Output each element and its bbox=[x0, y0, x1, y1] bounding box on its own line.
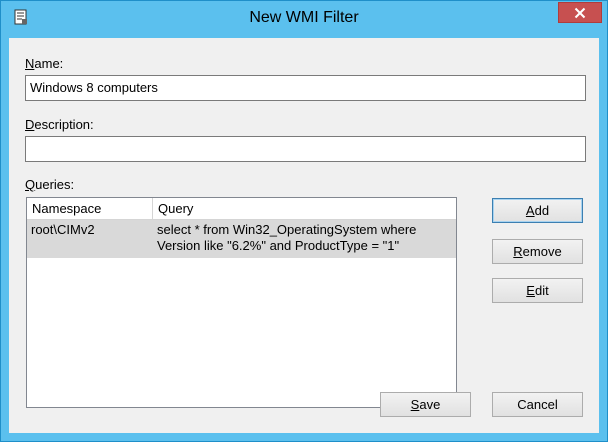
cancel-button[interactable]: Cancel bbox=[492, 392, 583, 417]
dialog-body: Name: Windows 8 computers Description: Q… bbox=[9, 38, 599, 433]
queries-list[interactable]: Namespace Query root\CIMv2 select * from… bbox=[26, 197, 457, 408]
new-wmi-filter-dialog: New WMI Filter Name: Windows 8 computers… bbox=[0, 0, 608, 442]
add-button[interactable]: Add bbox=[492, 198, 583, 223]
query-cell: select * from Win32_OperatingSystem wher… bbox=[153, 222, 456, 254]
description-input[interactable] bbox=[25, 136, 586, 162]
queries-label: Queries: bbox=[25, 177, 75, 192]
name-label: Name: bbox=[25, 56, 64, 71]
namespace-cell: root\CIMv2 bbox=[31, 222, 95, 237]
window-title: New WMI Filter bbox=[249, 9, 359, 26]
column-header-namespace[interactable]: Namespace bbox=[27, 198, 153, 219]
close-button[interactable] bbox=[558, 2, 602, 23]
remove-button[interactable]: Remove bbox=[492, 239, 583, 264]
edit-button[interactable]: Edit bbox=[492, 278, 583, 303]
close-icon bbox=[574, 7, 586, 18]
queries-list-header: Namespace Query bbox=[27, 198, 456, 220]
description-label: Description: bbox=[25, 117, 94, 132]
table-row[interactable]: root\CIMv2 select * from Win32_Operating… bbox=[27, 220, 456, 258]
query-line-1: select * from Win32_OperatingSystem wher… bbox=[157, 222, 417, 237]
save-button[interactable]: Save bbox=[380, 392, 471, 417]
name-input[interactable]: Windows 8 computers bbox=[25, 75, 586, 101]
title-bar[interactable]: New WMI Filter bbox=[1, 1, 607, 37]
column-header-query[interactable]: Query bbox=[153, 198, 456, 219]
query-line-2: Version like "6.2%" and ProductType = "1… bbox=[157, 238, 400, 253]
